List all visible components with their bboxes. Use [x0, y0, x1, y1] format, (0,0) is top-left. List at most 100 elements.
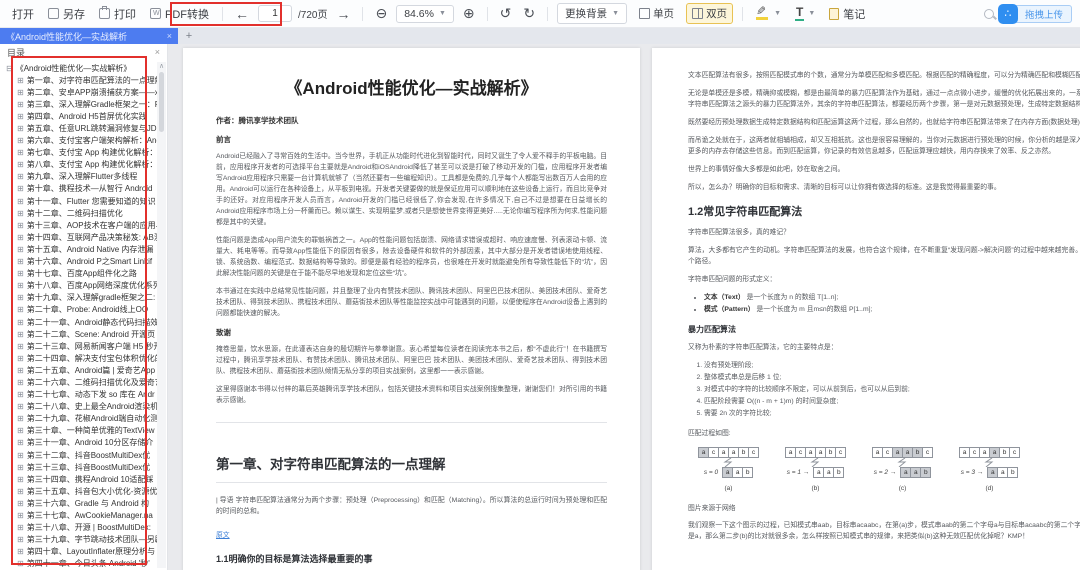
expand-icon[interactable]: ⊞ — [17, 148, 24, 157]
expand-icon[interactable]: ⊞ — [17, 523, 24, 532]
toc-item[interactable]: ⊞ 第三十八章、开源 | BoostMultiDex: — [6, 522, 157, 534]
expand-icon[interactable]: ⊞ — [17, 451, 24, 460]
change-background-dropdown[interactable]: 更换背景 ▼ — [557, 3, 628, 24]
rotate-left-button[interactable]: ↺ — [497, 5, 515, 22]
expand-icon[interactable]: ⊞ — [17, 330, 24, 339]
expand-icon[interactable]: ⊞ — [17, 535, 24, 544]
source-link[interactable]: 原文 — [216, 529, 230, 539]
toc-item[interactable]: ⊞ 第七章、支付宝 App 构建优化解析： — [6, 147, 157, 159]
text-tool-button[interactable]: T ▼ — [791, 4, 819, 23]
expand-icon[interactable]: ⊞ — [17, 402, 24, 411]
new-tab-button[interactable]: + — [178, 28, 200, 44]
toc-item[interactable]: ⊞ 第三十四章、携程Android 10适配踩 — [6, 473, 157, 485]
expand-icon[interactable]: ⊞ — [17, 305, 24, 314]
open-button[interactable]: 打开 — [8, 4, 38, 24]
rotate-right-button[interactable]: ↻ — [520, 5, 538, 22]
page-right[interactable]: 文本匹配算法有很多，按照匹配模式串的个数，通常分为单模匹配和多模匹配。根据匹配的… — [652, 48, 1080, 570]
toc-item[interactable]: ⊞ 第一章、对字符串匹配算法的一点理解 — [6, 74, 157, 86]
expand-icon[interactable]: ⊞ — [17, 160, 24, 169]
expand-icon[interactable]: ⊞ — [17, 414, 24, 423]
drag-upload-button[interactable]: 拖拽上传 — [1013, 4, 1072, 23]
expand-icon[interactable]: ⊞ — [17, 559, 24, 568]
collapse-icon[interactable]: ⊟ — [6, 64, 13, 73]
toc-item[interactable]: ⊞ 第二十五章、Android篇 | 爱奇艺App — [6, 364, 157, 376]
toc-item[interactable]: ⊞ 第十四章、互联网产品决策秘笈: AB测 — [6, 231, 157, 243]
expand-icon[interactable]: ⊞ — [17, 184, 24, 193]
single-page-button[interactable]: 单页 — [633, 3, 680, 24]
expand-icon[interactable]: ⊞ — [17, 475, 24, 484]
toc-item[interactable]: ⊞ 第十八章、百度App网络深度优化系列 — [6, 280, 157, 292]
toc-item[interactable]: ⊞ 第二十二章、Scene: Android 开源页 — [6, 328, 157, 340]
toc-item[interactable]: ⊞ 第四十一章、今日头条 Android '秒' — [6, 558, 157, 570]
toc-close-icon[interactable]: × — [155, 47, 160, 57]
expand-icon[interactable]: ⊞ — [17, 245, 24, 254]
toc-item[interactable]: ⊞ 第十五章、Android Native 内存泄漏 — [6, 243, 157, 255]
toc-item[interactable]: ⊞ 第十七章、百度App组件化之路 — [6, 268, 157, 280]
toc-item[interactable]: ⊞ 第二十章、Probe: Android线上OO — [6, 304, 157, 316]
toc-item[interactable]: ⊞ 第三章、深入理解Gradle框架之一：P — [6, 98, 157, 110]
toc-item[interactable]: ⊞ 第三十五章、抖音包大小优化-资源优 — [6, 485, 157, 497]
toc-item[interactable]: ⊞ 第十一章、Flutter 您需要知道的知识 — [6, 195, 157, 207]
expand-icon[interactable]: ⊞ — [17, 136, 24, 145]
zoom-level-dropdown[interactable]: 84.6% ▼ — [396, 4, 454, 23]
toc-item[interactable]: ⊞ 第三十一章、Android 10分区存储介 — [6, 437, 157, 449]
toc-item[interactable]: ⊞ 第二十七章、动态下发 so 库在 Andr — [6, 389, 157, 401]
expand-icon[interactable]: ⊞ — [17, 438, 24, 447]
toc-item[interactable]: ⊞ 第二十四章、解决支付宝包体积优化的 — [6, 352, 157, 364]
expand-icon[interactable]: ⊞ — [17, 342, 24, 351]
toc-root-item[interactable]: ⊟ 《Android性能优化—实战解析》 — [6, 62, 157, 74]
zoom-out-button[interactable]: ⊖ — [372, 5, 390, 22]
expand-icon[interactable]: ⊞ — [17, 426, 24, 435]
expand-icon[interactable]: ⊞ — [17, 269, 24, 278]
expand-icon[interactable]: ⊞ — [17, 197, 24, 206]
expand-icon[interactable]: ⊞ — [17, 378, 24, 387]
zoom-in-button[interactable]: ⊕ — [460, 5, 478, 22]
toc-item[interactable]: ⊞ 第十章、携程技术—从智行 Android — [6, 183, 157, 195]
toc-item[interactable]: ⊞ 第二十三章、网易新闻客户端 H5 秒开 — [6, 340, 157, 352]
expand-icon[interactable]: ⊞ — [17, 281, 24, 290]
toc-item[interactable]: ⊞ 第二十九章、花椒Android端自动化测 — [6, 413, 157, 425]
expand-icon[interactable]: ⊞ — [17, 124, 24, 133]
document-tab[interactable]: 《Android性能优化—实战解析 × — [0, 28, 178, 44]
expand-icon[interactable]: ⊞ — [17, 499, 24, 508]
expand-icon[interactable]: ⊞ — [17, 112, 24, 121]
toc-item[interactable]: ⊞ 第三十九章、字节跳动技术团队—另辟 — [6, 534, 157, 546]
tab-close-icon[interactable]: × — [167, 31, 172, 41]
note-button[interactable]: 笔记 — [825, 4, 869, 24]
expand-icon[interactable]: ⊞ — [17, 209, 24, 218]
double-page-button[interactable]: 双页 — [686, 3, 734, 24]
prev-page-button[interactable]: ← — [232, 6, 252, 22]
toc-item[interactable]: ⊞ 第二章、安卓APP崩溃捕获方案——x — [6, 86, 157, 98]
toc-item[interactable]: ⊞ 第十九章、深入理解gradle框架之二: — [6, 292, 157, 304]
print-button[interactable]: 打印 — [95, 4, 140, 24]
expand-icon[interactable]: ⊞ — [17, 233, 24, 242]
pdf-convert-button[interactable]: PDF转换 — [146, 4, 213, 24]
toc-item[interactable]: ⊞ 第二十八章、史上最全Android渲染机 — [6, 401, 157, 413]
toc-item[interactable]: ⊞ 第十二章、二维码扫描优化 — [6, 207, 157, 219]
expand-icon[interactable]: ⊞ — [17, 487, 24, 496]
expand-icon[interactable]: ⊞ — [17, 76, 24, 85]
toc-item[interactable]: ⊞ 第六章、支付宝客户端架构解析：And — [6, 135, 157, 147]
toc-item[interactable]: ⊞ 第三十六章、Gradle 与 Android 构 — [6, 497, 157, 509]
expand-icon[interactable]: ⊞ — [17, 100, 24, 109]
scrollbar-thumb[interactable] — [159, 72, 164, 132]
expand-icon[interactable]: ⊞ — [17, 257, 24, 266]
expand-icon[interactable]: ⊞ — [17, 221, 24, 230]
toc-item[interactable]: ⊞ 第四十章、LayoutInflater原理分析与 — [6, 546, 157, 558]
toc-item[interactable]: ⊞ 第四章、Android H5首屏优化实践 — [6, 110, 157, 122]
sidebar-scrollbar[interactable]: ∧ — [157, 62, 166, 568]
toc-item[interactable]: ⊞ 第八章、支付宝 App 构建优化解析： — [6, 159, 157, 171]
toc-item[interactable]: ⊞ 第十六章、Android P之Smart Linkif — [6, 256, 157, 268]
expand-icon[interactable]: ⊞ — [17, 366, 24, 375]
expand-icon[interactable]: ⊞ — [17, 293, 24, 302]
search-icon[interactable] — [983, 8, 994, 19]
expand-icon[interactable]: ⊞ — [17, 318, 24, 327]
expand-icon[interactable]: ⊞ — [17, 463, 24, 472]
expand-icon[interactable]: ⊞ — [17, 88, 24, 97]
page-left[interactable]: 《Android性能优化—实战解析》 作者：腾讯享学技术团队 前言 Androi… — [183, 48, 640, 570]
toc-item[interactable]: ⊞ 第二十一章、Android静态代码扫描效 — [6, 316, 157, 328]
toc-item[interactable]: ⊞ 第三十七章、AwCookieManager.na — [6, 509, 157, 521]
expand-icon[interactable]: ⊞ — [17, 511, 24, 520]
page-number-input[interactable] — [258, 5, 292, 22]
save-as-button[interactable]: 另存 — [44, 4, 89, 24]
